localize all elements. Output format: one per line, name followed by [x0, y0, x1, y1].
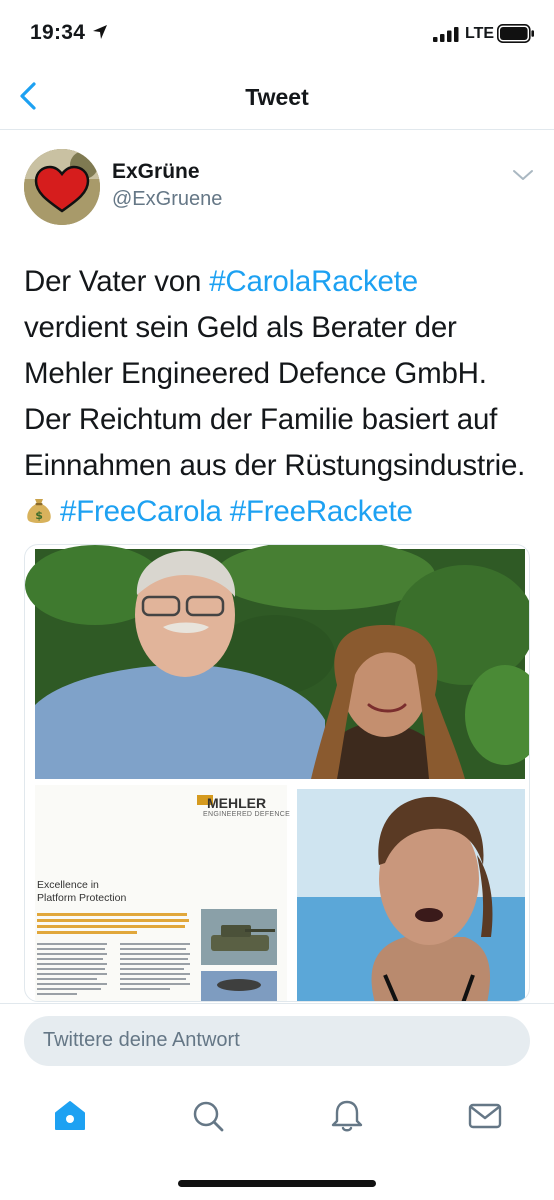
hashtag-link[interactable]: #FreeRackete — [230, 495, 413, 528]
tweet-line: verdient sein Geld als Berater der — [24, 311, 457, 344]
network-type: LTE — [465, 25, 495, 42]
chevron-down-icon[interactable] — [512, 168, 534, 182]
tweet-line: Der Reichtum der Familie basiert auf — [24, 403, 498, 436]
home-indicator[interactable] — [178, 1180, 376, 1187]
status-bar: 19:34 LTE — [0, 0, 554, 64]
media-photo-collage — [25, 545, 529, 1001]
author-avatar[interactable] — [24, 149, 100, 225]
avatar-heart-icon — [24, 149, 100, 225]
status-time: 19:34 — [30, 21, 86, 44]
search-icon[interactable] — [188, 1096, 228, 1136]
tweet-line: $ #FreeCarola #FreeRackete — [24, 489, 539, 535]
cellular-signal-icon — [433, 27, 459, 42]
reply-bar: Twittere deine Antwort — [0, 1003, 554, 1077]
brochure-logo: MEHLER — [207, 795, 267, 811]
brochure-logo-subtitle: ENGINEERED DEFENCE — [203, 811, 291, 818]
reply-input[interactable]: Twittere deine Antwort — [24, 1016, 530, 1066]
author-name[interactable]: ExGrüne — [112, 160, 200, 184]
location-arrow-icon — [93, 25, 107, 39]
tweet-media-image[interactable]: MEHLER ENGINEERED DEFENCE Excellence in … — [24, 544, 530, 1002]
home-icon[interactable] — [50, 1096, 90, 1136]
tweet-line: Der Vater von #CarolaRackete — [24, 259, 539, 305]
page-title: Tweet — [245, 84, 309, 110]
money-bag-icon: $ — [27, 499, 51, 523]
notifications-bell-icon[interactable] — [327, 1096, 367, 1136]
svg-text:$: $ — [35, 509, 42, 522]
battery-icon — [497, 24, 534, 43]
brochure-heading-line: Excellence in — [37, 879, 99, 891]
tweet-text-segment: Der Vater von — [24, 265, 210, 298]
tweet-line: Einnahmen aus der Rüstungsindustrie. — [24, 449, 526, 482]
navigation-bar: Tweet — [0, 64, 554, 130]
hashtag-link[interactable]: #CarolaRackete — [209, 265, 418, 298]
brochure-heading-line: Platform Protection — [37, 892, 127, 904]
messages-envelope-icon[interactable] — [465, 1096, 505, 1136]
tweet-text: Der Vater von #CarolaRackete verdient se… — [24, 259, 539, 535]
hashtag-link[interactable]: #FreeCarola — [60, 495, 222, 528]
author-handle[interactable]: @ExGruene — [112, 188, 222, 211]
tweet-line: Mehler Engineered Defence GmbH. — [24, 357, 487, 390]
brochure-heading: Excellence in Platform Protection — [37, 879, 126, 905]
